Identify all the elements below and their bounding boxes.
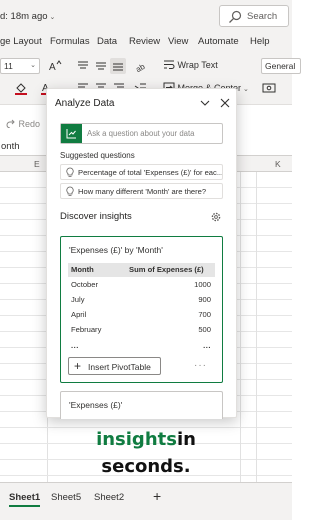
search-placeholder: Search	[247, 11, 278, 22]
ellipsis-cell: ...	[203, 341, 211, 350]
align-top-icon[interactable]	[76, 59, 90, 73]
tab-help[interactable]: Help	[250, 36, 270, 47]
chevron-down-icon: ⌄	[241, 86, 249, 93]
align-middle-icon[interactable]	[94, 59, 108, 73]
value-cell: 700	[198, 310, 211, 319]
font-size-value: 11	[4, 61, 13, 71]
value-cell: 1000	[194, 280, 211, 289]
sheet-tab-sheet5[interactable]: Sheet5	[51, 492, 81, 503]
tab-formulas[interactable]: Formulas	[50, 36, 90, 47]
name-box-value: onth	[1, 141, 20, 152]
column-header-sum: Sum of Expenses (£)	[129, 265, 204, 274]
tab-review[interactable]: Review	[129, 36, 160, 47]
sheet-tabs: Sheet1 Sheet5 Sheet2 +	[0, 482, 292, 520]
insert-pivottable-button[interactable]: + Insert PivotTable	[68, 357, 161, 375]
autosave-status[interactable]: d: 18m ago ⌄	[0, 11, 55, 22]
caption-text: in	[176, 429, 196, 450]
value-cell: 900	[198, 295, 211, 304]
caption-highlight: insights	[96, 429, 177, 450]
orientation-icon[interactable]: ab	[134, 59, 148, 73]
table-row: October 1000	[68, 278, 215, 292]
analyze-data-pane: Analyze Data Ask a question about your d…	[46, 88, 237, 419]
ask-question-input[interactable]: Ask a question about your data	[60, 123, 223, 144]
chevron-down-icon: ⌄	[30, 62, 36, 69]
wrap-text-label: Wrap Text	[177, 60, 218, 70]
currency-icon[interactable]	[262, 81, 276, 95]
column-header-k[interactable]: K	[275, 159, 281, 169]
pane-title: Analyze Data	[55, 98, 115, 109]
chart-icon	[66, 129, 76, 139]
sheet-tab-sheet1[interactable]: Sheet1	[9, 492, 41, 507]
search-icon	[229, 10, 242, 23]
caption-line-1: insightsin	[0, 429, 292, 450]
table-header: Month Sum of Expenses (£)	[68, 263, 215, 277]
discover-insights-heading: Discover insights	[60, 211, 132, 222]
plus-icon: +	[74, 359, 82, 373]
suggested-question-text: How many different 'Month' are there?	[78, 187, 207, 196]
column-header-month: Month	[71, 265, 94, 274]
lightbulb-icon	[66, 167, 74, 177]
insight-card[interactable]: 'Expenses (£)' by 'Month' Month Sum of E…	[60, 236, 223, 383]
value-cell: 500	[198, 325, 211, 334]
increase-font-icon[interactable]: A	[48, 59, 62, 73]
wrap-text-button[interactable]: Wrap Text	[163, 59, 218, 70]
tab-page-layout[interactable]: ge Layout	[0, 36, 42, 47]
close-icon[interactable]	[219, 97, 231, 109]
ribbon-tabs: ge Layout Formulas Data Review View Auto…	[0, 33, 292, 51]
insight-card-title: 'Expenses (£)' by 'Month'	[69, 245, 163, 255]
caption-line-2: seconds.	[101, 456, 191, 477]
table-row: February 500	[68, 323, 215, 337]
svg-text:A: A	[49, 62, 56, 73]
analyze-data-badge	[61, 124, 82, 143]
autosave-status-text: d: 18m ago	[0, 11, 48, 22]
more-options-icon[interactable]: ···	[194, 360, 207, 371]
lightbulb-icon	[66, 186, 74, 196]
fill-color-icon[interactable]	[14, 81, 28, 95]
ask-placeholder: Ask a question about your data	[87, 129, 195, 138]
search-box[interactable]: Search	[219, 5, 289, 27]
tab-automate[interactable]: Automate	[198, 36, 239, 47]
align-bottom-button[interactable]	[110, 58, 126, 74]
table-row: July 900	[68, 293, 215, 307]
suggested-questions-label: Suggested questions	[60, 151, 135, 160]
sheet-tab-sheet2[interactable]: Sheet2	[94, 492, 124, 503]
chevron-down-icon[interactable]	[199, 97, 211, 109]
redo-button[interactable]: Redo	[6, 119, 40, 129]
column-header-e[interactable]: E	[34, 159, 40, 169]
suggested-question[interactable]: How many different 'Month' are there?	[60, 183, 223, 199]
suggested-question[interactable]: Percentage of total 'Expenses (£)' for e…	[60, 164, 223, 180]
align-bottom-icon	[113, 63, 123, 71]
chevron-down-icon: ⌄	[49, 14, 56, 21]
tab-data[interactable]: Data	[97, 36, 117, 47]
table-row-ellipsis: ... ...	[68, 339, 215, 353]
svg-text:ab: ab	[134, 62, 147, 73]
redo-label: Redo	[18, 119, 41, 129]
number-format-dropdown[interactable]: General	[261, 58, 301, 74]
wrap-text-icon	[164, 60, 175, 69]
add-sheet-icon[interactable]: +	[153, 488, 161, 504]
ellipsis-cell: ...	[71, 341, 79, 350]
suggested-question-text: Percentage of total 'Expenses (£)' for e…	[78, 168, 223, 177]
month-cell: July	[71, 295, 85, 304]
font-size-dropdown[interactable]: 11 ⌄	[0, 58, 40, 74]
insight-card[interactable]: 'Expenses (£)'	[60, 391, 223, 419]
month-cell: February	[71, 325, 102, 334]
insight-card-title: 'Expenses (£)'	[69, 400, 123, 410]
tab-view[interactable]: View	[168, 36, 188, 47]
month-cell: October	[71, 280, 99, 289]
table-row: April 700	[68, 308, 215, 322]
redo-icon	[6, 119, 15, 129]
title-bar: d: 18m ago ⌄ Search	[0, 0, 292, 33]
gear-icon[interactable]	[210, 211, 222, 223]
month-cell: April	[71, 310, 87, 319]
insert-pivottable-label: Insert PivotTable	[88, 362, 151, 372]
number-format-value: General	[265, 61, 296, 71]
